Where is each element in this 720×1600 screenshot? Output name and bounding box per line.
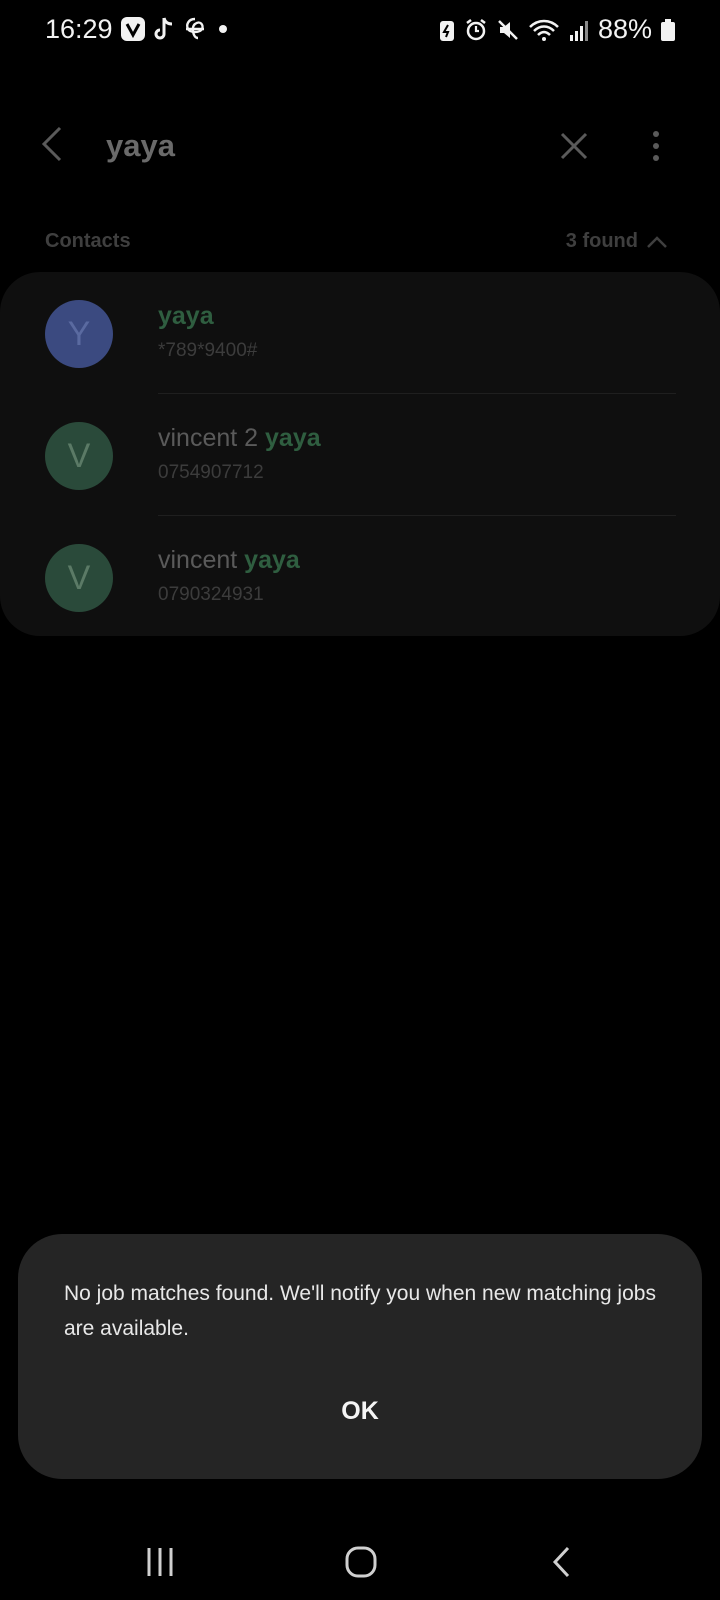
avatar: V — [45, 422, 113, 490]
chevron-up-icon — [646, 235, 668, 249]
contact-name: vincent yaya — [158, 546, 300, 574]
signal-icon — [568, 17, 590, 43]
back-button[interactable] — [34, 122, 70, 166]
home-button[interactable] — [344, 1544, 378, 1585]
contact-number: *789*9400# — [158, 340, 258, 361]
avatar: Y — [45, 300, 113, 368]
contact-row[interactable]: V vincent 2 yaya 0754907712 — [0, 394, 720, 516]
match-highlight: yaya — [265, 424, 321, 452]
avatar: V — [45, 544, 113, 612]
wifi-icon — [528, 17, 560, 43]
ok-button[interactable]: OK — [310, 1386, 410, 1436]
contact-row[interactable]: V vincent yaya 0790324931 — [0, 516, 720, 638]
battery-percentage: 88% — [597, 14, 652, 44]
threads-icon — [182, 16, 208, 42]
vivaldi-icon — [120, 16, 146, 42]
dialog-message: No job matches found. We'll notify you w… — [64, 1282, 656, 1340]
contacts-list: Y yaya *789*9400# V vincent 2 yaya 07549… — [0, 272, 720, 636]
more-options-button[interactable] — [646, 128, 666, 164]
nav-back-button[interactable] — [548, 1544, 578, 1585]
battery-saver-icon — [438, 17, 456, 43]
found-count: 3 found — [565, 230, 638, 252]
status-time: 16:29 — [45, 14, 113, 44]
navigation-bar — [0, 1534, 720, 1600]
contact-number: 0754907712 — [158, 462, 264, 483]
status-bar: 16:29 88% — [0, 0, 720, 64]
contact-name: yaya — [158, 302, 214, 331]
match-highlight: yaya — [158, 302, 214, 330]
clear-search-button[interactable] — [556, 128, 592, 164]
search-toolbar: yaya — [0, 64, 720, 184]
status-right: 88% — [438, 14, 676, 45]
notification-dialog: No job matches found. We'll notify you w… — [18, 1234, 702, 1479]
tiktok-icon — [152, 16, 176, 42]
contact-name: vincent 2 yaya — [158, 424, 321, 452]
contacts-section-label: Contacts — [45, 230, 131, 252]
notification-icons — [120, 16, 232, 42]
dot-icon — [214, 16, 232, 42]
results-toggle[interactable]: 3 found — [566, 230, 668, 253]
search-input[interactable]: yaya — [106, 128, 175, 164]
alarm-icon — [464, 17, 488, 43]
match-highlight: yaya — [244, 546, 300, 574]
contact-row[interactable]: Y yaya *789*9400# — [0, 272, 720, 394]
mute-icon — [496, 17, 520, 43]
contact-number: 0790324931 — [158, 584, 264, 605]
battery-icon — [660, 17, 676, 43]
recents-button[interactable] — [144, 1544, 176, 1585]
